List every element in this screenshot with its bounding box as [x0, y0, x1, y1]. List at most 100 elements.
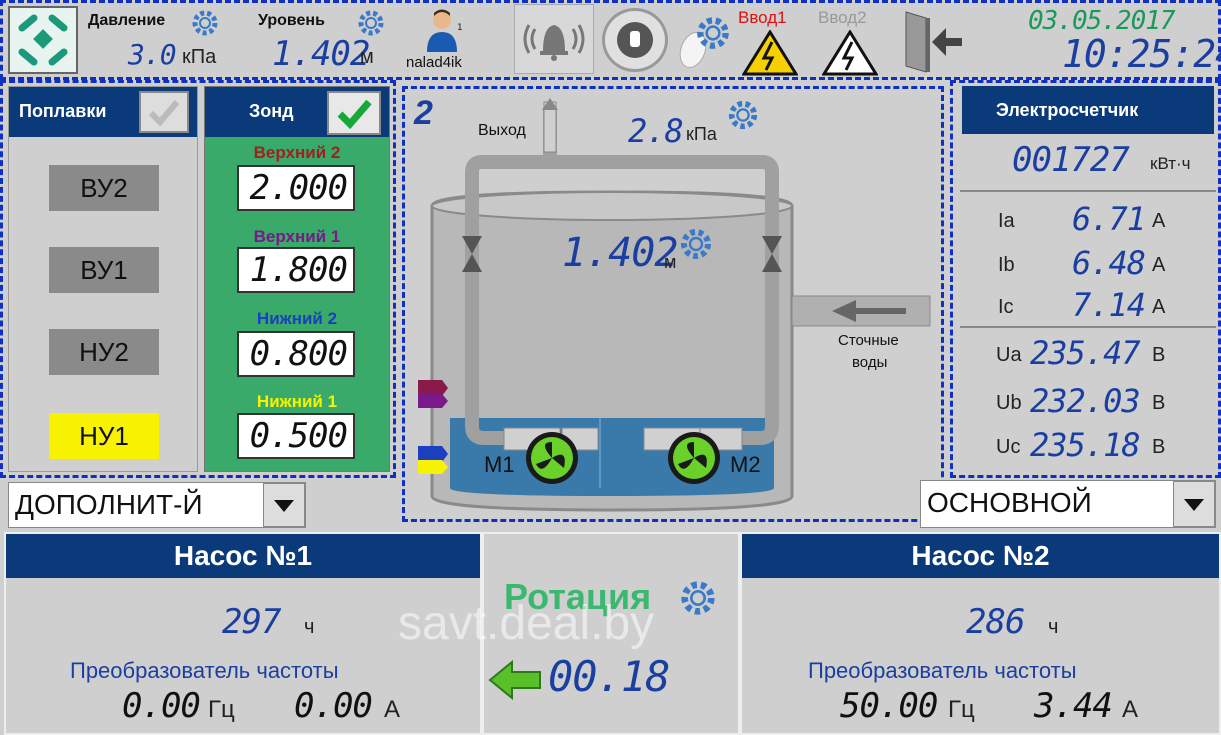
- current-a-value: 6.71: [1072, 200, 1146, 238]
- float-vu1: ВУ1: [49, 247, 159, 293]
- check-icon: [148, 100, 180, 127]
- pump1-label: M1: [484, 452, 515, 477]
- user-name: nalad4ik: [406, 54, 462, 71]
- gear-icon[interactable]: [678, 226, 714, 262]
- voltage-a-unit: B: [1152, 344, 1166, 366]
- user-icon: 1: [427, 9, 463, 52]
- probe-label-upper1: Верхний 1: [253, 227, 341, 246]
- probe-label-lower2: Нижний 2: [256, 309, 338, 328]
- current-b-label: Ib: [998, 254, 1015, 276]
- probe-panel: Зонд Верхний 2 2.000 Верхний 1 1.800 Ниж…: [204, 86, 390, 472]
- pump2-freq-value: 50.00: [840, 686, 938, 726]
- logo-icon: [18, 14, 68, 66]
- pump1-freq-unit: Гц: [208, 696, 235, 723]
- float-vu2: ВУ2: [49, 165, 159, 211]
- probe-value-upper1[interactable]: 1.800: [237, 247, 355, 293]
- pump2-vfd-label: Преобразователь частоты: [808, 658, 1077, 683]
- gear-icon[interactable]: [190, 8, 220, 38]
- current-c-value: 7.14: [1072, 286, 1146, 324]
- floats-checkbox[interactable]: [139, 91, 189, 133]
- arrow-left-icon[interactable]: [488, 660, 542, 700]
- pump2-panel: Насос №2 286 ч Преобразователь частоты 5…: [740, 532, 1221, 735]
- current-b-value: 6.48: [1072, 244, 1146, 282]
- pressure-unit: кПа: [182, 46, 217, 68]
- current-c-label: Ic: [998, 296, 1014, 318]
- floats-panel: Поплавки ВУ2 ВУ1 НУ2 НУ1: [8, 86, 198, 472]
- right-mode-select[interactable]: ОСНОВНОЙ: [920, 480, 1216, 528]
- stop-hand-icon: [617, 22, 653, 58]
- gear-icon[interactable]: [678, 578, 718, 618]
- probe-title: Зонд: [249, 101, 294, 121]
- pump2-hours-value: 286: [966, 602, 1025, 642]
- tank-level-unit: м: [664, 252, 677, 272]
- high-voltage-icon: [822, 30, 878, 76]
- pressure-widget[interactable]: Давление 3.0 кПа: [80, 4, 250, 76]
- pump2-current-unit: A: [1122, 696, 1139, 723]
- pump1-current-value: 0.00: [294, 686, 373, 726]
- pump1-current-unit: A: [384, 696, 401, 723]
- probe-label-upper2: Верхний 2: [253, 143, 341, 162]
- divider: [960, 326, 1216, 328]
- gear-icon[interactable]: [694, 14, 732, 52]
- divider: [960, 190, 1216, 192]
- pump2-current-value: 3.44: [1034, 686, 1113, 726]
- inlet-label-1: Сточные: [838, 332, 899, 349]
- pump1-hours-value: 297: [222, 602, 281, 642]
- probe-label-lower1: Нижний 1: [256, 392, 338, 411]
- float-nu2: НУ2: [49, 329, 159, 375]
- left-mode-value: ДОПОЛНИТ-Й: [15, 489, 203, 520]
- alarm-button[interactable]: [514, 4, 594, 74]
- svg-text:1: 1: [457, 23, 463, 33]
- probe-value-upper2[interactable]: 2.000: [237, 165, 355, 211]
- voltage-c-label: Uc: [996, 436, 1021, 458]
- floats-title: Поплавки: [19, 101, 107, 121]
- right-mode-value: ОСНОВНОЙ: [927, 487, 1092, 518]
- bell-icon: [523, 24, 585, 61]
- voltage-b-label: Ub: [996, 392, 1022, 414]
- pump1-vfd-label: Преобразователь частоты: [70, 658, 339, 683]
- dropdown-button[interactable]: [1173, 481, 1215, 527]
- level-unit: м: [360, 46, 374, 68]
- high-voltage-icon: [742, 30, 798, 76]
- level-value: 1.402: [272, 34, 370, 74]
- pump2-freq-unit: Гц: [948, 696, 975, 723]
- voltage-b-unit: B: [1152, 392, 1166, 414]
- rotation-value: 00.18: [548, 652, 670, 701]
- user-widget[interactable]: 1 nalad4ik: [402, 4, 502, 76]
- current-a-label: Ia: [998, 210, 1015, 232]
- current-b-unit: A: [1152, 254, 1166, 276]
- probe-value-lower1[interactable]: 0.500: [237, 413, 355, 459]
- input2-label: Ввод2: [818, 8, 867, 27]
- tank-level-value: 1.402: [562, 230, 678, 276]
- chevron-down-icon: [274, 500, 294, 512]
- dropdown-button[interactable]: [263, 483, 305, 527]
- logout-button[interactable]: [900, 8, 964, 76]
- emergency-stop-button[interactable]: [602, 8, 668, 72]
- probe-value-lower2[interactable]: 0.800: [237, 331, 355, 377]
- pump1-hours-unit: ч: [304, 616, 315, 638]
- voltage-c-unit: B: [1152, 436, 1166, 458]
- voltage-c-value: 235.18: [1030, 426, 1141, 464]
- pressure-label: Давление: [88, 12, 166, 29]
- input1-label: Ввод1: [738, 8, 787, 27]
- voltage-b-value: 232.03: [1030, 382, 1141, 420]
- current-a-unit: A: [1152, 210, 1166, 232]
- probe-checkbox[interactable]: [327, 91, 381, 135]
- time-display: 10:25:24: [1062, 32, 1221, 76]
- pump2-hours-unit: ч: [1048, 616, 1059, 638]
- pump1-freq-value: 0.00: [122, 686, 201, 726]
- pump2-label: M2: [730, 452, 761, 477]
- pump2-title: Насос №2: [911, 540, 1050, 571]
- level-widget[interactable]: Уровень 1.402 м: [250, 4, 400, 76]
- energy-unit: кВт·ч: [1150, 154, 1191, 173]
- voltage-a-label: Ua: [996, 344, 1022, 366]
- pump1-title: Насос №1: [173, 540, 313, 571]
- logo: [8, 6, 78, 74]
- left-mode-select[interactable]: ДОПОЛНИТ-Й: [8, 482, 306, 528]
- float-nu1: НУ1: [49, 413, 159, 459]
- pressure-value: 3.0: [128, 38, 177, 71]
- exit-door-icon: [905, 11, 962, 73]
- check-icon: [337, 99, 372, 130]
- energy-value: 001727: [1012, 140, 1130, 180]
- meter-title: Электросчетчик: [996, 100, 1139, 120]
